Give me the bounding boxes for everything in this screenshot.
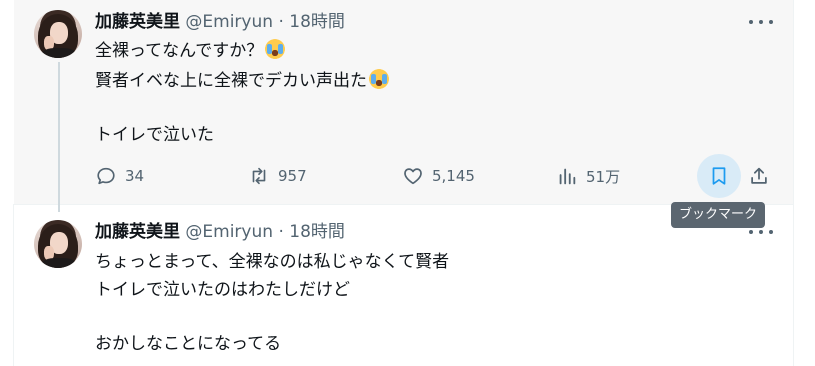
more-icon[interactable] [749,12,773,32]
reply-button[interactable]: 34 [95,164,144,188]
column-border-left [13,204,14,366]
tweet-text-line: トイレで泣いた [95,125,214,145]
heart-icon [404,168,422,185]
column-border-right [793,0,794,366]
views-count: 51万 [586,167,621,186]
loudly-crying-face-icon [369,69,389,89]
retweet-icon [252,167,266,185]
author-handle[interactable]: @Emiryun [185,222,273,242]
avatar[interactable] [34,220,82,268]
bookmark-icon [712,167,726,185]
reply-count: 34 [125,167,145,185]
tweet-text-line: 賢者イベな上に全裸でデカい声出た [95,69,389,92]
like-button[interactable]: 5,145 [402,164,475,188]
timestamp[interactable]: 18時間 [289,12,345,32]
separator-dot: · [278,222,284,242]
bookmark-button[interactable] [697,154,741,198]
author-name[interactable]: 加藤英美里 [95,222,180,242]
tweet-header: 加藤英美里 @Emiryun · 18時間 [95,221,345,243]
tweet-text-line: 全裸ってなんですか？ [95,39,286,62]
separator-dot: · [278,12,284,32]
author-handle[interactable]: @Emiryun [185,12,273,32]
tweet-text-line: ちょっとまって、全裸なのは私じゃなくて賢者 [95,252,450,272]
loudly-crying-face-icon [265,39,286,59]
reply-icon [97,167,115,185]
retweet-count: 957 [278,167,307,185]
views-icon [559,168,576,185]
share-icon [751,167,767,184]
avatar[interactable] [34,10,82,58]
tweet-text-line: トイレで泣いたのはわたしだけど [95,280,350,300]
views-button[interactable]: 51万 [556,164,620,188]
retweet-button[interactable]: 957 [248,164,307,188]
tweet-header: 加藤英美里 @Emiryun · 18時間 [95,11,345,33]
author-name[interactable]: 加藤英美里 [95,12,180,32]
tweet-text-line: おかしなことになってる [95,334,282,354]
like-count: 5,145 [432,167,475,185]
more-icon[interactable] [749,222,773,242]
timestamp[interactable]: 18時間 [289,222,345,242]
share-button[interactable] [747,164,771,188]
thread-connector-line [58,62,60,212]
